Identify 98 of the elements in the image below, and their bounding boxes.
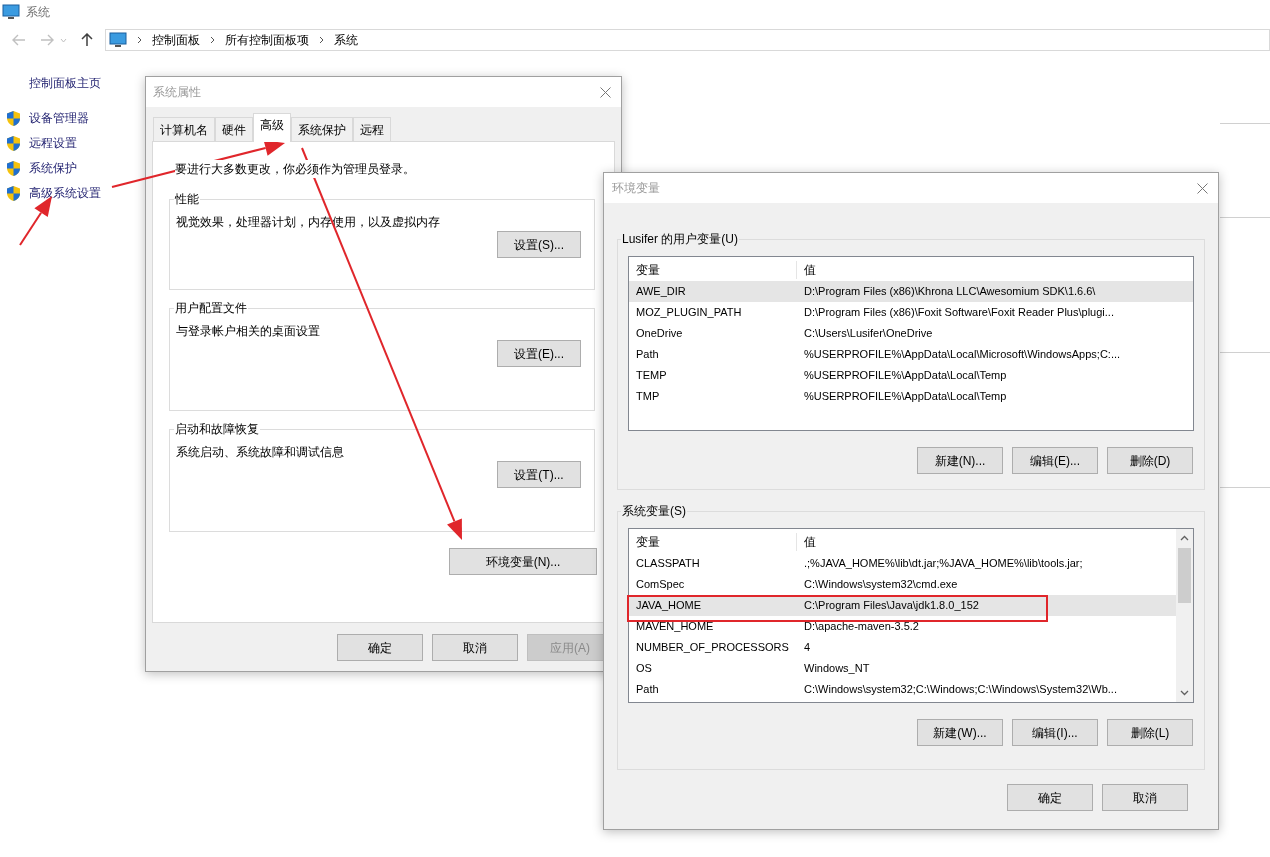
variable-button[interactable]: 编辑(E)... [1012, 447, 1098, 474]
variable-name: JAVA_HOME [635, 598, 702, 614]
variable-value: C:\Users\Lusifer\OneDrive [803, 326, 933, 342]
scrollbar[interactable] [1176, 529, 1193, 702]
variable-row[interactable]: AWE_DIR D:\Program Files (x86)\Khrona LLC\Awesomium SDK\1.6.6\ [629, 281, 1193, 302]
computer-icon [2, 4, 20, 20]
group-title: 性能 [174, 191, 200, 208]
dialog-title: 系统属性 [153, 84, 201, 101]
variable-name: TEMP [635, 368, 668, 384]
group-description: 系统启动、系统故障和调试信息 [176, 444, 345, 461]
group-description: 与登录帐户相关的桌面设置 [176, 323, 321, 340]
variable-row[interactable]: NUMBER_OF_PROCESSORS 4 [629, 637, 1176, 658]
variable-value: C:\Windows\system32\cmd.exe [803, 577, 958, 593]
variable-value: D:\Program Files (x86)\Foxit Software\Foxit Reader Plus\plugi... [803, 305, 1114, 321]
variable-value: C:\Program Files\Java\jdk1.8.0_152 [803, 598, 979, 614]
up-arrow-icon[interactable] [81, 33, 93, 47]
variable-button[interactable]: 新建(W)... [917, 719, 1003, 746]
dialog-button[interactable]: 取消 [1102, 784, 1188, 811]
sidebar-link[interactable]: 远程设置 [29, 134, 77, 152]
tab[interactable]: 系统保护 [291, 117, 353, 141]
variable-name: TMP [635, 389, 661, 405]
settings-button[interactable]: 设置(T)... [497, 461, 581, 488]
variable-value: Windows_NT [803, 661, 870, 677]
address-bar[interactable]: 控制面板 所有控制面板项 系统 [105, 29, 1270, 51]
column-header[interactable]: 变量 [629, 533, 797, 551]
variable-name: MAVEN_HOME [635, 619, 715, 635]
tab[interactable]: 计算机名 [153, 117, 215, 141]
variable-value: D:\apache-maven-3.5.2 [803, 619, 919, 635]
shield-icon [6, 134, 21, 152]
settings-button[interactable]: 设置(S)... [497, 231, 581, 258]
variable-row[interactable]: Path C:\Windows\system32;C:\Windows;C:\Windows\System32\Wb... [629, 679, 1176, 700]
group-title: 用户配置文件 [174, 300, 248, 317]
breadcrumb-item[interactable]: 所有控制面板项 [225, 31, 309, 49]
close-icon[interactable] [1197, 182, 1208, 194]
tab[interactable]: 远程 [353, 117, 391, 141]
variable-button[interactable]: 删除(D) [1107, 447, 1193, 474]
shield-icon [6, 184, 21, 202]
dialog-title: 环境变量 [612, 180, 660, 197]
variable-button[interactable]: 删除(L) [1107, 719, 1193, 746]
group-title: 启动和故障恢复 [174, 421, 260, 438]
variable-button[interactable]: 新建(N)... [917, 447, 1003, 474]
variable-button[interactable]: 编辑(I)... [1012, 719, 1098, 746]
variable-value: %USERPROFILE%\AppData\Local\Temp [803, 389, 1007, 405]
window-title: 系统 [26, 4, 50, 21]
environment-variables-button[interactable]: 环境变量(N)... [449, 548, 597, 575]
scroll-thumb[interactable] [1178, 548, 1191, 603]
group-title: 系统变量(S) [621, 503, 687, 520]
variable-row[interactable]: JAVA_HOME C:\Program Files\Java\jdk1.8.0_152 [629, 595, 1176, 616]
sidebar-link[interactable]: 控制面板主页 [0, 74, 101, 90]
shield-icon [6, 109, 21, 127]
variable-value: %USERPROFILE%\AppData\Local\Temp [803, 368, 1007, 384]
variable-name: OS [635, 661, 653, 677]
variable-name: AWE_DIR [635, 284, 687, 300]
group-description: 视觉效果，处理器计划，内存使用，以及虚拟内存 [176, 214, 441, 231]
variable-row[interactable]: Path %USERPROFILE%\AppData\Local\Microsoft\WindowsApps;C:... [629, 344, 1193, 365]
computer-icon [109, 32, 127, 48]
column-header[interactable]: 值 [797, 261, 1193, 279]
variable-row[interactable]: OneDrive C:\Users\Lusifer\OneDrive [629, 323, 1193, 344]
variable-name: OneDrive [635, 326, 684, 342]
group-title: Lusifer 的用户变量(U) [621, 231, 739, 248]
variable-row[interactable]: MAVEN_HOME D:\apache-maven-3.5.2 [629, 616, 1176, 637]
variable-row[interactable]: OS Windows_NT [629, 658, 1176, 679]
chevron-icon[interactable] [319, 36, 324, 44]
variable-name: ComSpec [635, 577, 686, 593]
shield-icon [6, 159, 21, 177]
variable-name: MOZ_PLUGIN_PATH [635, 305, 743, 321]
breadcrumb-item[interactable]: 控制面板 [152, 31, 200, 49]
variable-name: CLASSPATH [635, 556, 701, 572]
breadcrumb-item[interactable]: 系统 [334, 31, 358, 49]
variable-name: Path [635, 682, 660, 698]
variable-value: .;%JAVA_HOME%\lib\dt.jar;%JAVA_HOME%\lib\tools.jar; [803, 556, 1083, 572]
settings-button[interactable]: 设置(E)... [497, 340, 581, 367]
scroll-down-icon[interactable] [1180, 690, 1189, 696]
sidebar-link[interactable]: 系统保护 [29, 159, 77, 177]
chevron-icon[interactable] [210, 36, 215, 44]
variable-name: Path [635, 347, 660, 363]
variable-value: D:\Program Files (x86)\Khrona LLC\Awesomium SDK\1.6.6\ [803, 284, 1096, 300]
variable-row[interactable]: CLASSPATH .;%JAVA_HOME%\lib\dt.jar;%JAVA_HOME%\lib\tools.jar; [629, 553, 1176, 574]
variable-row[interactable]: ComSpec C:\Windows\system32\cmd.exe [629, 574, 1176, 595]
variable-value: C:\Windows\system32;C:\Windows;C:\Windows\System32\Wb... [803, 682, 1117, 698]
variable-value: %USERPROFILE%\AppData\Local\Microsoft\WindowsApps;C:... [803, 347, 1121, 363]
chevron-icon[interactable] [137, 36, 142, 44]
column-header[interactable]: 变量 [629, 261, 797, 279]
variable-row[interactable]: MOZ_PLUGIN_PATH D:\Program Files (x86)\Foxit Software\Foxit Reader Plus\plugi... [629, 302, 1193, 323]
sidebar-link[interactable]: 设备管理器 [29, 109, 89, 127]
dialog-button[interactable]: 确定 [337, 634, 423, 661]
sidebar-link[interactable]: 高级系统设置 [29, 184, 101, 202]
scroll-up-icon[interactable] [1180, 535, 1189, 541]
dialog-button[interactable]: 取消 [432, 634, 518, 661]
tab[interactable]: 高级 [253, 113, 291, 142]
variable-value: 4 [803, 640, 811, 656]
dialog-button[interactable]: 确定 [1007, 784, 1093, 811]
variable-row[interactable]: TMP %USERPROFILE%\AppData\Local\Temp [629, 386, 1193, 407]
column-header[interactable]: 值 [797, 533, 1176, 551]
close-icon[interactable] [600, 86, 611, 98]
tab[interactable]: 硬件 [215, 117, 253, 141]
variable-row[interactable]: TEMP %USERPROFILE%\AppData\Local\Temp [629, 365, 1193, 386]
variable-name: NUMBER_OF_PROCESSORS [635, 640, 790, 656]
